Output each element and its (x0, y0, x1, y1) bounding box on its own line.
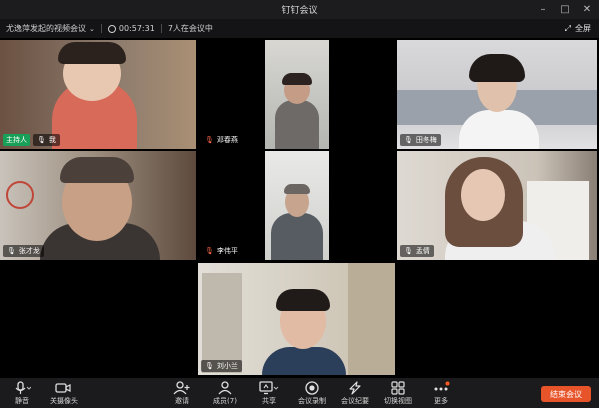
person-hair (58, 42, 126, 64)
share-button[interactable]: 共享 (249, 380, 289, 406)
minutes-button[interactable]: 会议纪要 (335, 380, 375, 406)
meeting-name: 尤逸萍发起的视频会议 (6, 24, 86, 33)
background-shelf (202, 273, 242, 373)
microphone-icon (13, 380, 31, 395)
more-label: 更多 (434, 397, 448, 405)
switch-view-label: 切换视图 (384, 397, 412, 405)
minutes-icon (347, 380, 363, 395)
more-icon (432, 380, 450, 395)
members-label: 成员(7) (213, 397, 237, 405)
participant-name-badge: 🎙 孟倩 (400, 245, 434, 257)
participant-name-badge: 🎙 刘小兰 (201, 360, 242, 372)
microphone-icon: 🎙 (7, 247, 16, 255)
person-hair (276, 289, 330, 311)
microphone-icon: 🎙 (37, 136, 46, 144)
background-cabinet (348, 263, 395, 375)
participant-name-badge: 🎙 我 (33, 134, 60, 146)
share-label: 共享 (262, 397, 276, 405)
microphone-muted-icon: 🎙 (205, 136, 214, 144)
members-button[interactable]: 成员(7) (205, 380, 245, 406)
chevron-down-icon: ⌄ (89, 24, 95, 33)
person-hair (60, 157, 134, 183)
participant-name: 李伟平 (216, 247, 238, 255)
fullscreen-label: 全屏 (575, 24, 591, 33)
video-feed (265, 151, 329, 260)
invite-label: 邀请 (175, 397, 189, 405)
record-label: 会议录制 (298, 397, 326, 405)
video-tile[interactable]: 🎙 刘小兰 (198, 263, 395, 375)
duration-text: 00:57:31 (118, 24, 155, 33)
participant-name: 田冬梅 (415, 136, 437, 144)
meeting-toolbar: 静音 关摄像头 邀请 成员(7) 共享 会议录制 会议纪要 切换视图 更多 结束… (0, 378, 599, 408)
close-icon[interactable]: ✕ (577, 0, 597, 19)
title-bar: 钉钉会议 – □ ✕ (0, 0, 599, 19)
window-title: 钉钉会议 (281, 6, 318, 16)
participant-name: 孟倩 (415, 247, 430, 255)
host-badge: 主持人 (3, 134, 30, 146)
video-tile[interactable]: 🎙 李伟平 (198, 151, 395, 260)
participant-name: 张才龙 (18, 247, 40, 255)
camera-off-button[interactable]: 关摄像头 (44, 380, 84, 406)
person-hair (469, 54, 525, 82)
video-tile[interactable]: 🎙 邓春燕 (198, 40, 395, 149)
members-icon (216, 380, 234, 395)
recording-dot-icon (107, 24, 116, 33)
mute-label: 静音 (15, 397, 29, 405)
invite-button[interactable]: 邀请 (162, 380, 202, 406)
participant-name-badge: 🎙 李伟平 (201, 245, 242, 257)
switch-view-button[interactable]: 切换视图 (378, 380, 418, 406)
share-screen-icon (259, 380, 279, 395)
record-icon (304, 380, 320, 395)
fullscreen-button[interactable]: ⤢ 全屏 (565, 19, 591, 38)
participant-name-badge: 🎙 田冬梅 (400, 134, 441, 146)
meeting-name-dropdown[interactable]: 尤逸萍发起的视频会议 ⌄ (6, 23, 95, 34)
microphone-icon: 🎙 (404, 136, 413, 144)
meeting-info-bar: 尤逸萍发起的视频会议 ⌄ 00:57:31 7人在会议中 (0, 19, 599, 38)
video-tile[interactable]: 🎙 张才龙 (0, 151, 196, 260)
camera-icon (55, 380, 73, 395)
mute-button[interactable]: 静音 (2, 380, 42, 406)
participant-name: 刘小兰 (216, 362, 238, 370)
person-silhouette (459, 110, 539, 149)
add-user-icon (173, 380, 191, 395)
microphone-icon: 🎙 (205, 362, 214, 370)
record-button[interactable]: 会议录制 (292, 380, 332, 406)
end-meeting-button[interactable]: 结束会议 (541, 386, 591, 402)
minimize-icon[interactable]: – (533, 0, 553, 19)
more-button[interactable]: 更多 (421, 380, 461, 406)
participant-name: 我 (48, 136, 56, 144)
meeting-duration: 00:57:31 (107, 24, 155, 33)
person-face (461, 169, 505, 221)
person-silhouette (262, 347, 346, 375)
video-tile[interactable]: 🎙 孟倩 (397, 151, 597, 260)
microphone-icon: 🎙 (404, 247, 413, 255)
video-tile[interactable]: 主持人 🎙 我 (0, 40, 196, 149)
video-feed (265, 40, 329, 149)
participant-name-badge: 🎙 邓春燕 (201, 134, 242, 146)
maximize-icon[interactable]: □ (555, 0, 575, 19)
grid-view-icon (391, 380, 405, 395)
participant-count: 7人在会议中 (167, 24, 213, 33)
camera-off-label: 关摄像头 (50, 397, 78, 405)
video-tile[interactable]: 🎙 田冬梅 (397, 40, 597, 149)
video-grid: 主持人 🎙 我 🎙 邓春燕 🎙 田冬梅 🎙 张才龙 🎙 李伟平 🎙 孟倩 🎙 刘… (0, 38, 599, 378)
microphone-muted-icon: 🎙 (205, 247, 214, 255)
participant-name: 邓春燕 (216, 136, 238, 144)
participant-name-badge: 🎙 张才龙 (3, 245, 44, 257)
wall-decoration (6, 181, 34, 209)
minutes-label: 会议纪要 (341, 397, 369, 405)
fullscreen-icon: ⤢ (564, 23, 571, 33)
